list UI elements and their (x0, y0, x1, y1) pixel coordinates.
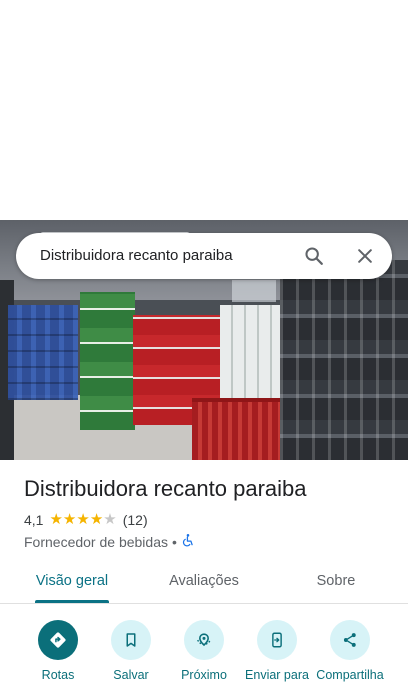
close-icon[interactable] (349, 240, 381, 272)
place-title: Distribuidora recanto paraiba (24, 476, 307, 501)
photo-chip (232, 280, 276, 302)
blank-area (0, 0, 408, 220)
send-to-phone-button[interactable]: Enviar para (237, 616, 317, 682)
tab-reviews[interactable]: Avaliações (152, 560, 256, 604)
rating-value: 4,1 (24, 512, 44, 528)
reviews-count[interactable]: (12) (123, 512, 148, 528)
photo-shelf-lines (8, 305, 78, 400)
search-input[interactable]: Distribuidora recanto paraiba (40, 233, 233, 279)
photo-dark-packs (280, 260, 408, 460)
directions-icon (38, 620, 78, 660)
action-bar: Rotas Salvar Próximo Enviar para Compart… (0, 616, 408, 682)
tab-bar: Visão geral Avaliações Sobre (0, 560, 408, 604)
tab-overview[interactable]: Visão geral (25, 560, 119, 604)
search-box[interactable]: Distribuidora recanto paraiba (16, 233, 392, 279)
share-button[interactable]: Compartilha (310, 616, 390, 682)
star-icon: ★ (103, 511, 117, 528)
star-icon: ★ (49, 511, 63, 528)
wheelchair-accessible-icon (181, 533, 195, 550)
rating-row[interactable]: 4,1 ★ ★ ★ ★ ★ (12) (24, 512, 148, 529)
place-category[interactable]: Fornecedor de bebidas (24, 534, 168, 550)
tab-about[interactable]: Sobre (300, 560, 372, 604)
save-button[interactable]: Salvar (91, 616, 171, 682)
photo-crate (192, 398, 280, 460)
star-icon: ★ (62, 511, 77, 528)
star-icon: ★ (89, 511, 104, 528)
category-row: Fornecedor de bebidas • (24, 533, 195, 550)
separator: • (172, 533, 177, 550)
tab-divider (0, 603, 408, 604)
share-icon (330, 620, 370, 660)
directions-button[interactable]: Rotas (18, 616, 98, 682)
rating-stars: ★ ★ ★ ★ ★ (49, 512, 116, 528)
nearby-button[interactable]: Próximo (164, 616, 244, 682)
send-to-phone-icon (257, 620, 297, 660)
photo-green-stack (80, 292, 135, 430)
star-icon: ★ (76, 511, 90, 528)
nearby-icon (184, 620, 224, 660)
search-icon[interactable] (298, 240, 330, 272)
bookmark-icon (111, 620, 151, 660)
